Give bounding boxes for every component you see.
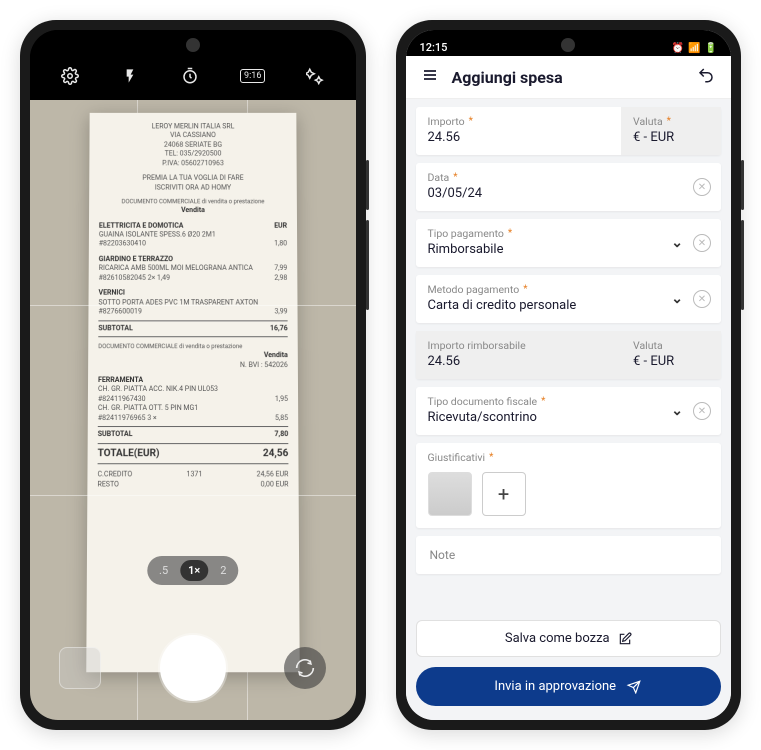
chevron-down-icon[interactable]: ⌄ xyxy=(671,403,683,419)
clear-icon[interactable]: ✕ xyxy=(693,402,711,420)
clear-icon[interactable]: ✕ xyxy=(693,290,711,308)
phone-expense: 12:15 ⏰ 📶 🔋 Aggiungi spesa Importo* 24.5… xyxy=(396,20,742,730)
card-tipo-pagamento: Tipo pagamento* Rimborsabile ⌄ ✕ xyxy=(416,219,722,267)
field-data[interactable]: Data* 03/05/24 xyxy=(416,163,694,211)
form-body[interactable]: Importo* 24.56 Valuta* € - EUR Data* 03/… xyxy=(406,99,732,612)
effects-icon[interactable] xyxy=(305,66,325,86)
field-metodo[interactable]: Metodo pagamento* Carta di credito perso… xyxy=(416,275,672,323)
field-valuta2: Valuta € - EUR xyxy=(621,331,721,379)
aspect-icon[interactable]: 9:16 xyxy=(240,69,265,83)
flash-icon[interactable] xyxy=(120,66,140,86)
expense-screen: 12:15 ⏰ 📶 🔋 Aggiungi spesa Importo* 24.5… xyxy=(406,30,732,720)
gear-icon[interactable] xyxy=(60,66,80,86)
field-tipo-pagamento[interactable]: Tipo pagamento* Rimborsabile xyxy=(416,219,672,267)
signal-icon: 📶 xyxy=(688,43,700,54)
clear-icon[interactable]: ✕ xyxy=(693,178,711,196)
form-footer: Salva come bozza Invia in approvazione xyxy=(406,612,732,720)
card-data: Data* 03/05/24 ✕ xyxy=(416,163,722,211)
submit-button[interactable]: Invia in approvazione xyxy=(416,667,722,706)
menu-icon[interactable] xyxy=(420,67,440,87)
zoom-selector[interactable]: .5 1× 2 xyxy=(147,556,238,585)
chevron-down-icon[interactable]: ⌄ xyxy=(671,291,683,307)
field-valuta[interactable]: Valuta* € - EUR xyxy=(621,107,721,155)
edit-icon xyxy=(618,632,632,646)
zoom-option[interactable]: .5 xyxy=(151,560,176,581)
page-header: Aggiungi spesa xyxy=(406,56,732,99)
camera-bottom-bar xyxy=(30,615,356,720)
phone-camera: 9:16 LEROY MERLIN ITALIA SRL VIA CASSIAN… xyxy=(20,20,366,730)
camera-toolbar: 9:16 xyxy=(30,30,356,100)
status-time: 12:15 xyxy=(420,41,448,54)
receipt-header: LEROY MERLIN ITALIA SRL VIA CASSIANO 240… xyxy=(99,123,287,169)
save-draft-button[interactable]: Salva come bozza xyxy=(416,620,722,657)
attachment-thumbnail[interactable] xyxy=(428,472,472,516)
switch-camera-button[interactable] xyxy=(284,647,326,689)
receipt-preview: LEROY MERLIN ITALIA SRL VIA CASSIANO 240… xyxy=(86,113,299,672)
field-tipo-doc[interactable]: Tipo documento fiscale* Ricevuta/scontri… xyxy=(416,387,672,435)
camera-screen: 9:16 LEROY MERLIN ITALIA SRL VIA CASSIAN… xyxy=(30,30,356,720)
battery-icon: 🔋 xyxy=(705,43,717,54)
field-importo[interactable]: Importo* 24.56 xyxy=(416,107,622,155)
page-title: Aggiungi spesa xyxy=(452,68,684,87)
zoom-option[interactable]: 2 xyxy=(212,560,234,581)
switch-icon xyxy=(295,658,315,678)
card-importo: Importo* 24.56 Valuta* € - EUR xyxy=(416,107,722,155)
shutter-button[interactable] xyxy=(160,635,226,701)
card-giustificativi: Giustificativi* + xyxy=(416,443,722,528)
field-note[interactable]: Note xyxy=(416,536,722,574)
send-icon xyxy=(626,680,642,694)
status-bar: 12:15 ⏰ 📶 🔋 xyxy=(406,30,732,56)
timer-icon[interactable] xyxy=(180,66,200,86)
card-importo-rimb: Importo rimborsabile 24.56 Valuta € - EU… xyxy=(416,331,722,379)
chevron-down-icon[interactable]: ⌄ xyxy=(671,235,683,251)
camera-viewfinder[interactable]: LEROY MERLIN ITALIA SRL VIA CASSIANO 240… xyxy=(30,100,356,720)
alarm-icon: ⏰ xyxy=(672,43,684,54)
card-metodo: Metodo pagamento* Carta di credito perso… xyxy=(416,275,722,323)
zoom-option-active[interactable]: 1× xyxy=(180,560,208,581)
clear-icon[interactable]: ✕ xyxy=(693,234,711,252)
field-importo-rimb: Importo rimborsabile 24.56 xyxy=(416,331,622,379)
add-attachment-button[interactable]: + xyxy=(482,472,526,516)
status-icons: ⏰ 📶 🔋 xyxy=(672,43,717,54)
card-tipo-doc: Tipo documento fiscale* Ricevuta/scontri… xyxy=(416,387,722,435)
undo-icon[interactable] xyxy=(695,66,717,88)
gallery-thumbnail[interactable] xyxy=(59,647,101,689)
